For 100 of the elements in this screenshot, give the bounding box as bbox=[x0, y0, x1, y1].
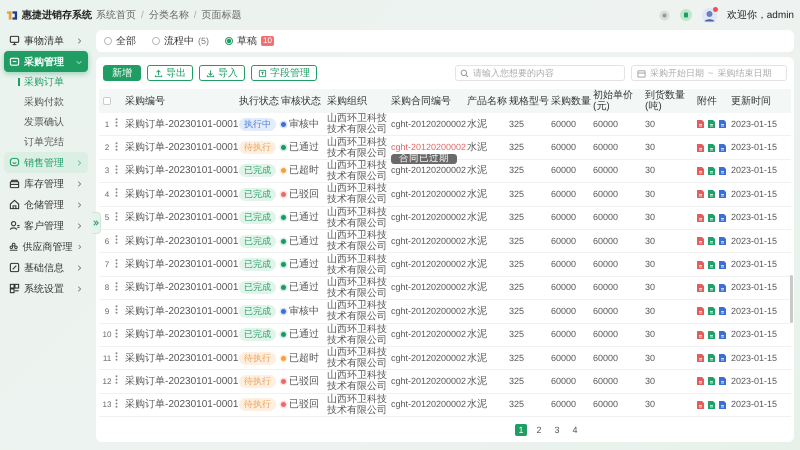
table-cell: cght-20120200002 bbox=[391, 212, 466, 222]
file-icon[interactable] bbox=[719, 377, 726, 386]
page-button[interactable]: 4 bbox=[569, 424, 581, 436]
file-icon[interactable] bbox=[697, 120, 704, 128]
file-icon[interactable] bbox=[708, 284, 715, 292]
audit-status: 审核中 bbox=[289, 306, 319, 317]
table-cell: 325 bbox=[509, 399, 524, 410]
table-cell: 325 bbox=[509, 352, 524, 363]
file-icon[interactable] bbox=[719, 330, 726, 339]
file-icon[interactable] bbox=[719, 237, 726, 246]
sidebar-item[interactable]: 库存管理 bbox=[4, 173, 88, 194]
sidebar-item[interactable]: 供应商管理 bbox=[4, 236, 88, 257]
table-cell: 2023-01-15 bbox=[731, 329, 778, 340]
radio-button[interactable] bbox=[225, 37, 233, 45]
avatar[interactable] bbox=[702, 8, 717, 22]
file-icon[interactable] bbox=[697, 284, 704, 292]
page-button[interactable]: 2 bbox=[533, 424, 545, 436]
file-icon[interactable] bbox=[697, 354, 704, 362]
more-icon[interactable] bbox=[115, 328, 118, 338]
file-icon[interactable] bbox=[719, 400, 726, 409]
file-icon[interactable] bbox=[708, 354, 715, 362]
row-number: 9 bbox=[104, 306, 110, 317]
page-button[interactable]: 3 bbox=[551, 424, 563, 436]
file-icon[interactable] bbox=[708, 237, 715, 246]
sidebar-subitem[interactable]: 采购付款 bbox=[4, 92, 88, 112]
more-icon[interactable] bbox=[115, 375, 118, 384]
filter-option[interactable]: 全部 bbox=[104, 34, 136, 48]
more-icon[interactable] bbox=[115, 282, 118, 291]
file-icon[interactable] bbox=[708, 120, 715, 128]
breadcrumb-item[interactable]: 分类名称 bbox=[148, 8, 189, 22]
filter-option[interactable]: 草稿 10 bbox=[225, 34, 274, 48]
more-icon[interactable] bbox=[115, 164, 118, 174]
app-icon[interactable] bbox=[680, 9, 692, 21]
table-cell: 60000 bbox=[551, 142, 576, 152]
file-icon[interactable] bbox=[697, 330, 704, 339]
more-icon[interactable] bbox=[115, 352, 118, 362]
file-icon[interactable] bbox=[697, 260, 704, 269]
file-icon[interactable] bbox=[697, 144, 704, 152]
sidebar-item[interactable]: 事物清单 bbox=[4, 30, 88, 51]
more-icon[interactable] bbox=[115, 188, 118, 198]
filter-option[interactable]: 流程中 (5) bbox=[152, 34, 209, 48]
file-icon[interactable] bbox=[697, 307, 704, 316]
radio-button[interactable] bbox=[152, 37, 160, 45]
file-icon[interactable] bbox=[719, 166, 726, 175]
file-icon[interactable] bbox=[719, 307, 726, 316]
toolbar-button[interactable]: 导入 bbox=[199, 65, 245, 81]
file-icon[interactable] bbox=[697, 237, 704, 246]
column-header: 规格型号 bbox=[509, 96, 549, 106]
more-icon[interactable] bbox=[115, 258, 118, 268]
sidebar-subitem[interactable]: 发票确认 bbox=[4, 112, 88, 132]
row-number: 2 bbox=[104, 142, 110, 154]
breadcrumb-item[interactable]: 系统首页 bbox=[96, 8, 136, 22]
file-icon[interactable] bbox=[708, 144, 715, 152]
more-icon[interactable] bbox=[115, 305, 118, 314]
breadcrumb-item[interactable]: 页面标题 bbox=[202, 8, 242, 22]
more-icon[interactable] bbox=[115, 212, 118, 221]
file-icon[interactable] bbox=[697, 377, 704, 386]
file-icon[interactable] bbox=[708, 400, 715, 409]
sidebar-item[interactable]: 客户管理 bbox=[4, 215, 88, 236]
toolbar-button[interactable]: 字段管理 bbox=[251, 65, 317, 81]
file-icon[interactable] bbox=[708, 214, 715, 222]
file-icon[interactable] bbox=[719, 214, 726, 222]
file-icon[interactable] bbox=[697, 400, 704, 409]
table-cell: 60000 bbox=[551, 329, 576, 340]
file-icon[interactable] bbox=[719, 284, 726, 292]
more-icon[interactable] bbox=[115, 118, 118, 128]
breadcrumb-separator: / bbox=[194, 10, 197, 20]
radio-button[interactable] bbox=[104, 37, 112, 45]
file-icon[interactable] bbox=[708, 190, 715, 198]
more-icon[interactable] bbox=[115, 142, 118, 151]
more-icon[interactable] bbox=[115, 398, 118, 408]
sidebar-item[interactable]: 系统设置 bbox=[4, 278, 88, 299]
file-icon[interactable] bbox=[708, 377, 715, 386]
status-dot bbox=[281, 402, 286, 408]
column-header: 采购编号 bbox=[125, 96, 165, 106]
table-cell: 水泥 bbox=[467, 142, 487, 154]
file-icon[interactable] bbox=[697, 166, 704, 175]
file-icon[interactable] bbox=[719, 260, 726, 269]
file-icon[interactable] bbox=[719, 144, 726, 152]
file-icon[interactable] bbox=[708, 166, 715, 175]
sidebar-subitem[interactable]: 订单完结 bbox=[4, 132, 88, 152]
file-icon[interactable] bbox=[708, 260, 715, 269]
toolbar-button[interactable]: 导出 bbox=[147, 65, 193, 81]
sidebar-item[interactable]: 基础信息 bbox=[4, 257, 88, 278]
search-field[interactable]: 请输入您想要的内容 bbox=[455, 65, 625, 81]
file-icon[interactable] bbox=[719, 354, 726, 362]
file-icon[interactable] bbox=[697, 190, 704, 198]
sidebar-item[interactable]: 仓储管理 bbox=[4, 194, 88, 215]
greeting: 欢迎你，admin bbox=[726, 8, 794, 22]
select-all-checkbox[interactable] bbox=[103, 97, 111, 105]
file-icon[interactable] bbox=[719, 190, 726, 198]
collapse-handle[interactable] bbox=[92, 212, 101, 234]
settings-icon[interactable] bbox=[658, 10, 670, 20]
status-tag: 待执行 bbox=[239, 352, 276, 365]
more-icon[interactable] bbox=[115, 235, 118, 244]
file-icon[interactable] bbox=[719, 120, 726, 128]
scrollbar[interactable] bbox=[790, 275, 793, 323]
file-icon[interactable] bbox=[708, 307, 715, 316]
file-icon[interactable] bbox=[708, 330, 715, 339]
file-icon[interactable] bbox=[697, 214, 704, 222]
